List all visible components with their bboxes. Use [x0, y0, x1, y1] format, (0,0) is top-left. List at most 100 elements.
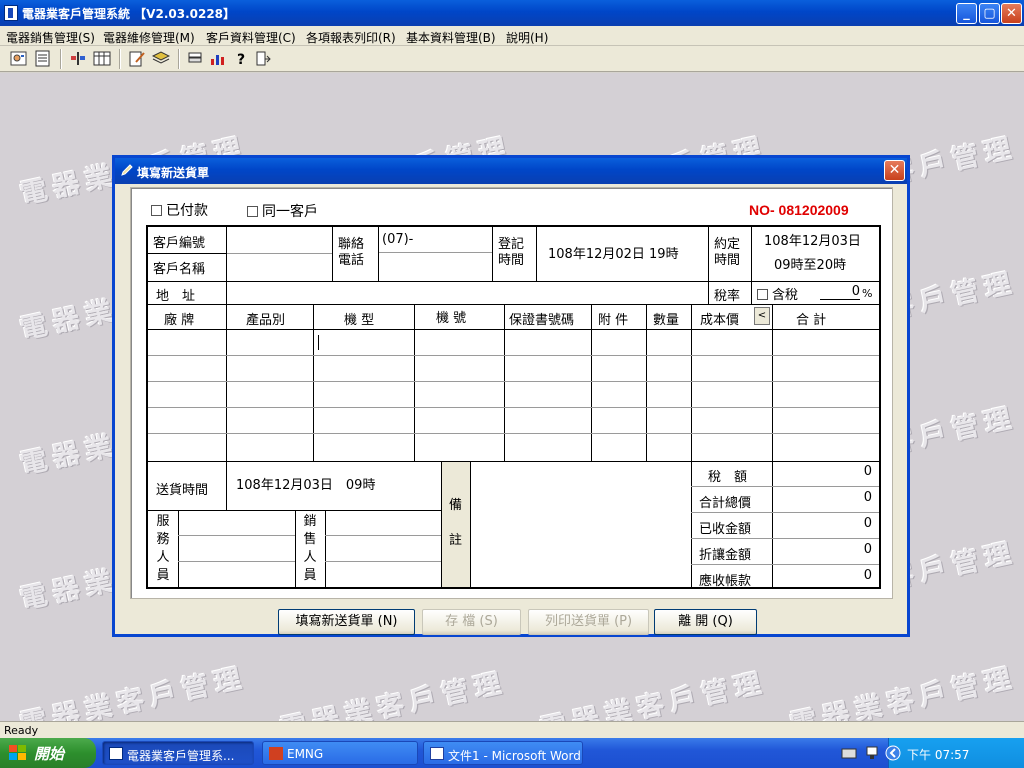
task-emng[interactable]: EMNG	[262, 741, 418, 765]
col-cost-price: 成本價	[700, 313, 740, 328]
summary-received-value[interactable]: 0	[788, 516, 872, 531]
percent-sign: %	[862, 287, 873, 300]
tax-included-checkbox[interactable]: 含稅	[757, 284, 798, 303]
new-delivery-dialog: 填寫新送貨單 ✕ 已付款 同一客戶 NO- 081202009 客戶編號 客戶名…	[112, 155, 910, 637]
dialog-title: 填寫新送貨單	[137, 166, 210, 180]
summary-received-label: 已收金額	[699, 522, 752, 537]
item-rows-area[interactable]	[148, 330, 879, 460]
summary-tax-value: 0	[863, 464, 872, 479]
print-delivery-button[interactable]: 列印送貨單 (P)	[528, 609, 649, 635]
clock: 下午 07:57	[907, 748, 970, 762]
col-warranty-no: 保證書號碼	[509, 313, 575, 328]
start-label: 開始	[34, 745, 65, 763]
book-icon[interactable]	[152, 50, 170, 67]
summary-discount-value[interactable]: 0	[788, 542, 872, 557]
toolbar-separator	[60, 49, 62, 69]
toolbar-separator	[178, 49, 180, 69]
menu-bar: 電器銷售管理(S) 電器維修管理(M) 客戶資料管理(C) 各項報表列印(R) …	[0, 26, 1024, 46]
menu-customer[interactable]: 客戶資料管理(C)	[206, 29, 296, 46]
emng-icon	[269, 747, 283, 760]
app-icon	[4, 5, 18, 21]
customer-no-input[interactable]	[228, 228, 330, 251]
save-button[interactable]: 存 檔 (S)	[422, 609, 521, 635]
col-total: 合 計	[796, 313, 827, 328]
close-button[interactable]: ✕	[1001, 3, 1022, 24]
customer-card-icon[interactable]	[10, 50, 28, 67]
paid-checkbox[interactable]: 已付款	[151, 200, 208, 220]
tax-rate-input[interactable]: 0	[820, 285, 860, 300]
status-bar: Ready	[0, 721, 1024, 738]
checkbox-box[interactable]	[247, 206, 258, 217]
checkbox-box[interactable]	[757, 289, 768, 300]
appointment-label: 約定時間	[714, 237, 741, 268]
col-model: 機 型	[344, 313, 375, 328]
order-number: NO- 081202009	[749, 202, 849, 218]
register-time-label: 登記時間	[498, 237, 525, 268]
app-title: 電器業客戶管理系統 【V2.03.0228】	[22, 7, 236, 21]
same-customer-label: 同一客戶	[262, 204, 318, 220]
app-title-bar[interactable]: 電器業客戶管理系統 【V2.03.0228】 _ ▢ ✕	[0, 0, 1024, 26]
phone-input[interactable]: (07)-	[382, 232, 413, 247]
document-list-icon[interactable]	[34, 50, 52, 67]
stack-icon[interactable]	[186, 50, 204, 67]
toolbar: ?	[0, 46, 1024, 72]
phone-input-2[interactable]	[380, 254, 490, 279]
dialog-close-button[interactable]: ✕	[884, 160, 905, 181]
chevron-left-icon[interactable]	[885, 745, 901, 761]
task-app[interactable]: 電器業客戶管理系...	[102, 741, 254, 765]
start-button[interactable]: 開始	[0, 738, 96, 768]
col-accessories: 附 件	[598, 313, 629, 328]
col-quantity: 數量	[653, 313, 680, 328]
menu-reports[interactable]: 各項報表列印(R)	[306, 29, 396, 46]
dialog-title-bar[interactable]: 填寫新送貨單 ✕	[115, 158, 907, 184]
register-time-value: 108年12月02日 19時	[548, 247, 679, 262]
service-staff-input[interactable]	[180, 512, 293, 585]
sales-staff-input[interactable]	[327, 512, 439, 585]
watermark: 電器業客戶管理	[787, 662, 1020, 721]
tax-rate-label: 稅率	[714, 289, 741, 304]
watermark: 電器業客戶管理	[277, 667, 510, 721]
appointment-time: 09時至20時	[774, 258, 847, 273]
status-text: Ready	[4, 724, 39, 737]
service-staff-label: 服 務 人 員	[156, 514, 170, 583]
checkbox-box[interactable]	[151, 205, 162, 216]
table-icon[interactable]	[93, 50, 111, 67]
remarks-textarea[interactable]	[472, 463, 689, 585]
task-word[interactable]: 文件1 - Microsoft Word	[423, 741, 583, 765]
keyboard-icon[interactable]	[841, 746, 857, 760]
same-customer-checkbox[interactable]: 同一客戶	[247, 201, 318, 221]
menu-help[interactable]: 說明(H)	[506, 29, 548, 46]
toolbar-separator	[119, 49, 121, 69]
system-tray: 下午 07:57	[841, 738, 1024, 768]
contact-phone-label: 聯絡電話	[338, 237, 365, 268]
svg-text:?: ?	[237, 52, 245, 67]
col-serial-no: 機 號	[436, 311, 467, 326]
menu-basic-data[interactable]: 基本資料管理(B)	[406, 29, 496, 46]
chart-icon[interactable]	[209, 50, 227, 67]
windows-flag-icon	[9, 745, 27, 761]
help-icon[interactable]: ?	[233, 50, 251, 67]
exit-door-icon[interactable]	[254, 50, 272, 67]
task-word-label: 文件1 - Microsoft Word	[448, 749, 581, 763]
sales-staff-label: 銷 售 人 員	[303, 514, 317, 583]
scale-icon[interactable]	[69, 50, 87, 67]
summary-discount-label: 折讓金額	[699, 548, 752, 563]
word-document-icon	[430, 747, 444, 760]
taskbar: 開始 電器業客戶管理系... EMNG 文件1 - Microsoft Word…	[0, 738, 1024, 768]
minimize-button[interactable]: _	[956, 3, 977, 24]
network-icon[interactable]	[865, 745, 879, 761]
maximize-button[interactable]: ▢	[979, 3, 1000, 24]
menu-repair[interactable]: 電器維修管理(M)	[103, 29, 195, 46]
leave-button[interactable]: 離 開 (Q)	[654, 609, 757, 635]
delivery-form-grid: 客戶編號 客戶名稱 聯絡電話 (07)- 登記時間 108年12月02日 19時…	[146, 225, 881, 589]
app-icon	[109, 747, 123, 760]
customer-name-input[interactable]	[228, 255, 330, 279]
paid-label: 已付款	[166, 203, 208, 219]
address-input[interactable]	[228, 283, 708, 303]
edit-icon[interactable]	[128, 50, 146, 67]
watermark: 電器業客戶管理	[17, 662, 250, 721]
new-delivery-button[interactable]: 填寫新送貨單 (N)	[278, 609, 415, 635]
scroll-left-button[interactable]: <	[754, 307, 770, 325]
summary-receivable-value: 0	[863, 568, 872, 583]
menu-sales[interactable]: 電器銷售管理(S)	[6, 29, 95, 46]
